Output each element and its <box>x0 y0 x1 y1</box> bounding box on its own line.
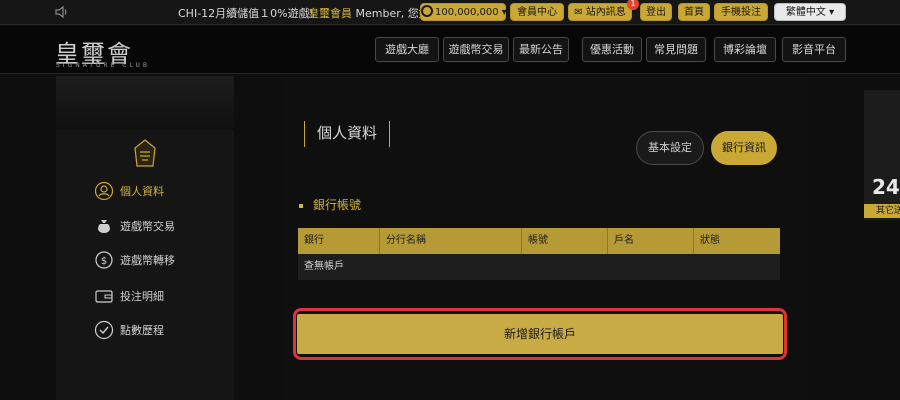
sidebar-item-coin-transfer[interactable]: $ 遊戲幣轉移 <box>94 249 175 271</box>
tab-basic-settings[interactable]: 基本設定 <box>636 131 704 165</box>
message-count-badge: 1 <box>627 0 639 10</box>
nav-forum[interactable]: 博彩論壇 <box>714 37 776 62</box>
member-center-button[interactable]: 會員中心 <box>510 3 564 21</box>
sidebar-item-label: 點數歷程 <box>120 324 164 337</box>
vip-label: 皇璽會員 <box>308 7 352 20</box>
column-branch: 分行名稱 <box>380 228 522 254</box>
svg-text:$: $ <box>101 256 107 267</box>
column-account-number: 帳號 <box>522 228 608 254</box>
speaker-icon <box>55 5 67 19</box>
wallet-icon <box>95 290 113 303</box>
money-bag-icon <box>98 220 110 233</box>
nav-faq[interactable]: 常見問題 <box>646 37 706 62</box>
page-title: 個人資料 <box>317 124 378 142</box>
column-status: 狀態 <box>700 235 720 246</box>
check-circle-icon <box>94 320 114 340</box>
top-bar: CHI-12月續儲值１0%遊戲! 皇璽會員 Member, 您好 100,000… <box>0 0 900 25</box>
column-bank: 銀行 <box>298 228 380 254</box>
promo-footer: 其它送 <box>864 204 900 218</box>
sidebar-item-bet-details[interactable]: 投注明細 <box>94 285 164 307</box>
promo-number: 24 <box>872 175 900 199</box>
tab-bank-info[interactable]: 銀行資訊 <box>711 131 777 165</box>
add-bank-account-button[interactable]: 新增銀行帳戶 <box>297 314 783 354</box>
section-title: 銀行帳號 <box>313 198 362 212</box>
section-heading: 銀行帳號 <box>299 196 361 213</box>
table-empty-row: 查無帳戶 <box>298 254 780 280</box>
nav-media[interactable]: 影音平台 <box>782 37 846 62</box>
bullet-icon <box>299 203 303 208</box>
sidebar-item-label: 個人資料 <box>120 185 164 198</box>
nav-game-lobby[interactable]: 遊戲大廳 <box>375 37 439 62</box>
balance-dropdown[interactable]: 100,000,000 ▾ <box>420 3 507 21</box>
logout-button[interactable]: 登出 <box>640 3 672 21</box>
sidebar-item-profile[interactable]: 個人資料 <box>94 180 164 202</box>
sidebar-item-label: 遊戲幣轉移 <box>120 254 175 267</box>
messages-label: 站內訊息 <box>585 7 626 18</box>
promo-banner[interactable]: 24 其它送 <box>864 90 900 220</box>
pharaoh-emblem-icon <box>134 139 156 167</box>
person-icon <box>94 181 114 201</box>
chevron-down-icon: ▾ <box>498 7 507 18</box>
site-logo-subtitle: SIGNATURE CLUB <box>56 62 151 69</box>
language-value: 繁體中文 <box>785 7 826 18</box>
nav-coin-trade[interactable]: 遊戲幣交易 <box>443 37 509 62</box>
envelope-icon: ✉ <box>574 7 583 18</box>
bank-account-table: 銀行 分行名稱 帳號 戶名 狀態 查無帳戶 <box>298 228 780 280</box>
sidebar-item-label: 遊戲幣交易 <box>120 220 175 233</box>
transfer-icon: $ <box>95 251 113 269</box>
table-header: 銀行 分行名稱 帳號 戶名 狀態 <box>298 228 780 254</box>
page-title-frame: 個人資料 <box>304 121 391 147</box>
avatar-banner <box>56 76 234 130</box>
language-select[interactable]: 繁體中文 ▾ <box>774 3 846 21</box>
greeting-text: Member, 您好 <box>352 7 430 20</box>
nav-announcements[interactable]: 最新公告 <box>513 37 569 62</box>
balance-value: 100,000,000 <box>435 7 499 18</box>
main-header: 皇璽會 SIGNATURE CLUB 遊戲大廳 遊戲幣交易 最新公告 優惠活動 … <box>0 26 900 74</box>
messages-button[interactable]: ✉ 站內訊息 <box>568 3 632 21</box>
chevron-down-icon: ▾ <box>825 7 835 18</box>
sidebar-item-label: 投注明細 <box>120 290 164 303</box>
promo-image <box>864 90 900 220</box>
announcement-marquee: CHI-12月續儲值１0%遊戲! <box>178 7 315 20</box>
nav-promotions[interactable]: 優惠活動 <box>582 37 642 62</box>
column-account-name: 戶名 <box>608 228 694 254</box>
mobile-bet-button[interactable]: 手機投注 <box>714 3 768 21</box>
account-sidebar <box>56 76 234 400</box>
home-button[interactable]: 首頁 <box>678 3 710 21</box>
sidebar-item-points-history[interactable]: 點數歷程 <box>94 319 164 341</box>
sidebar-item-coin-trade[interactable]: 遊戲幣交易 <box>94 215 175 237</box>
member-greeting: 皇璽會員 Member, 您好 <box>308 5 430 21</box>
lifebuoy-icon <box>421 5 433 17</box>
